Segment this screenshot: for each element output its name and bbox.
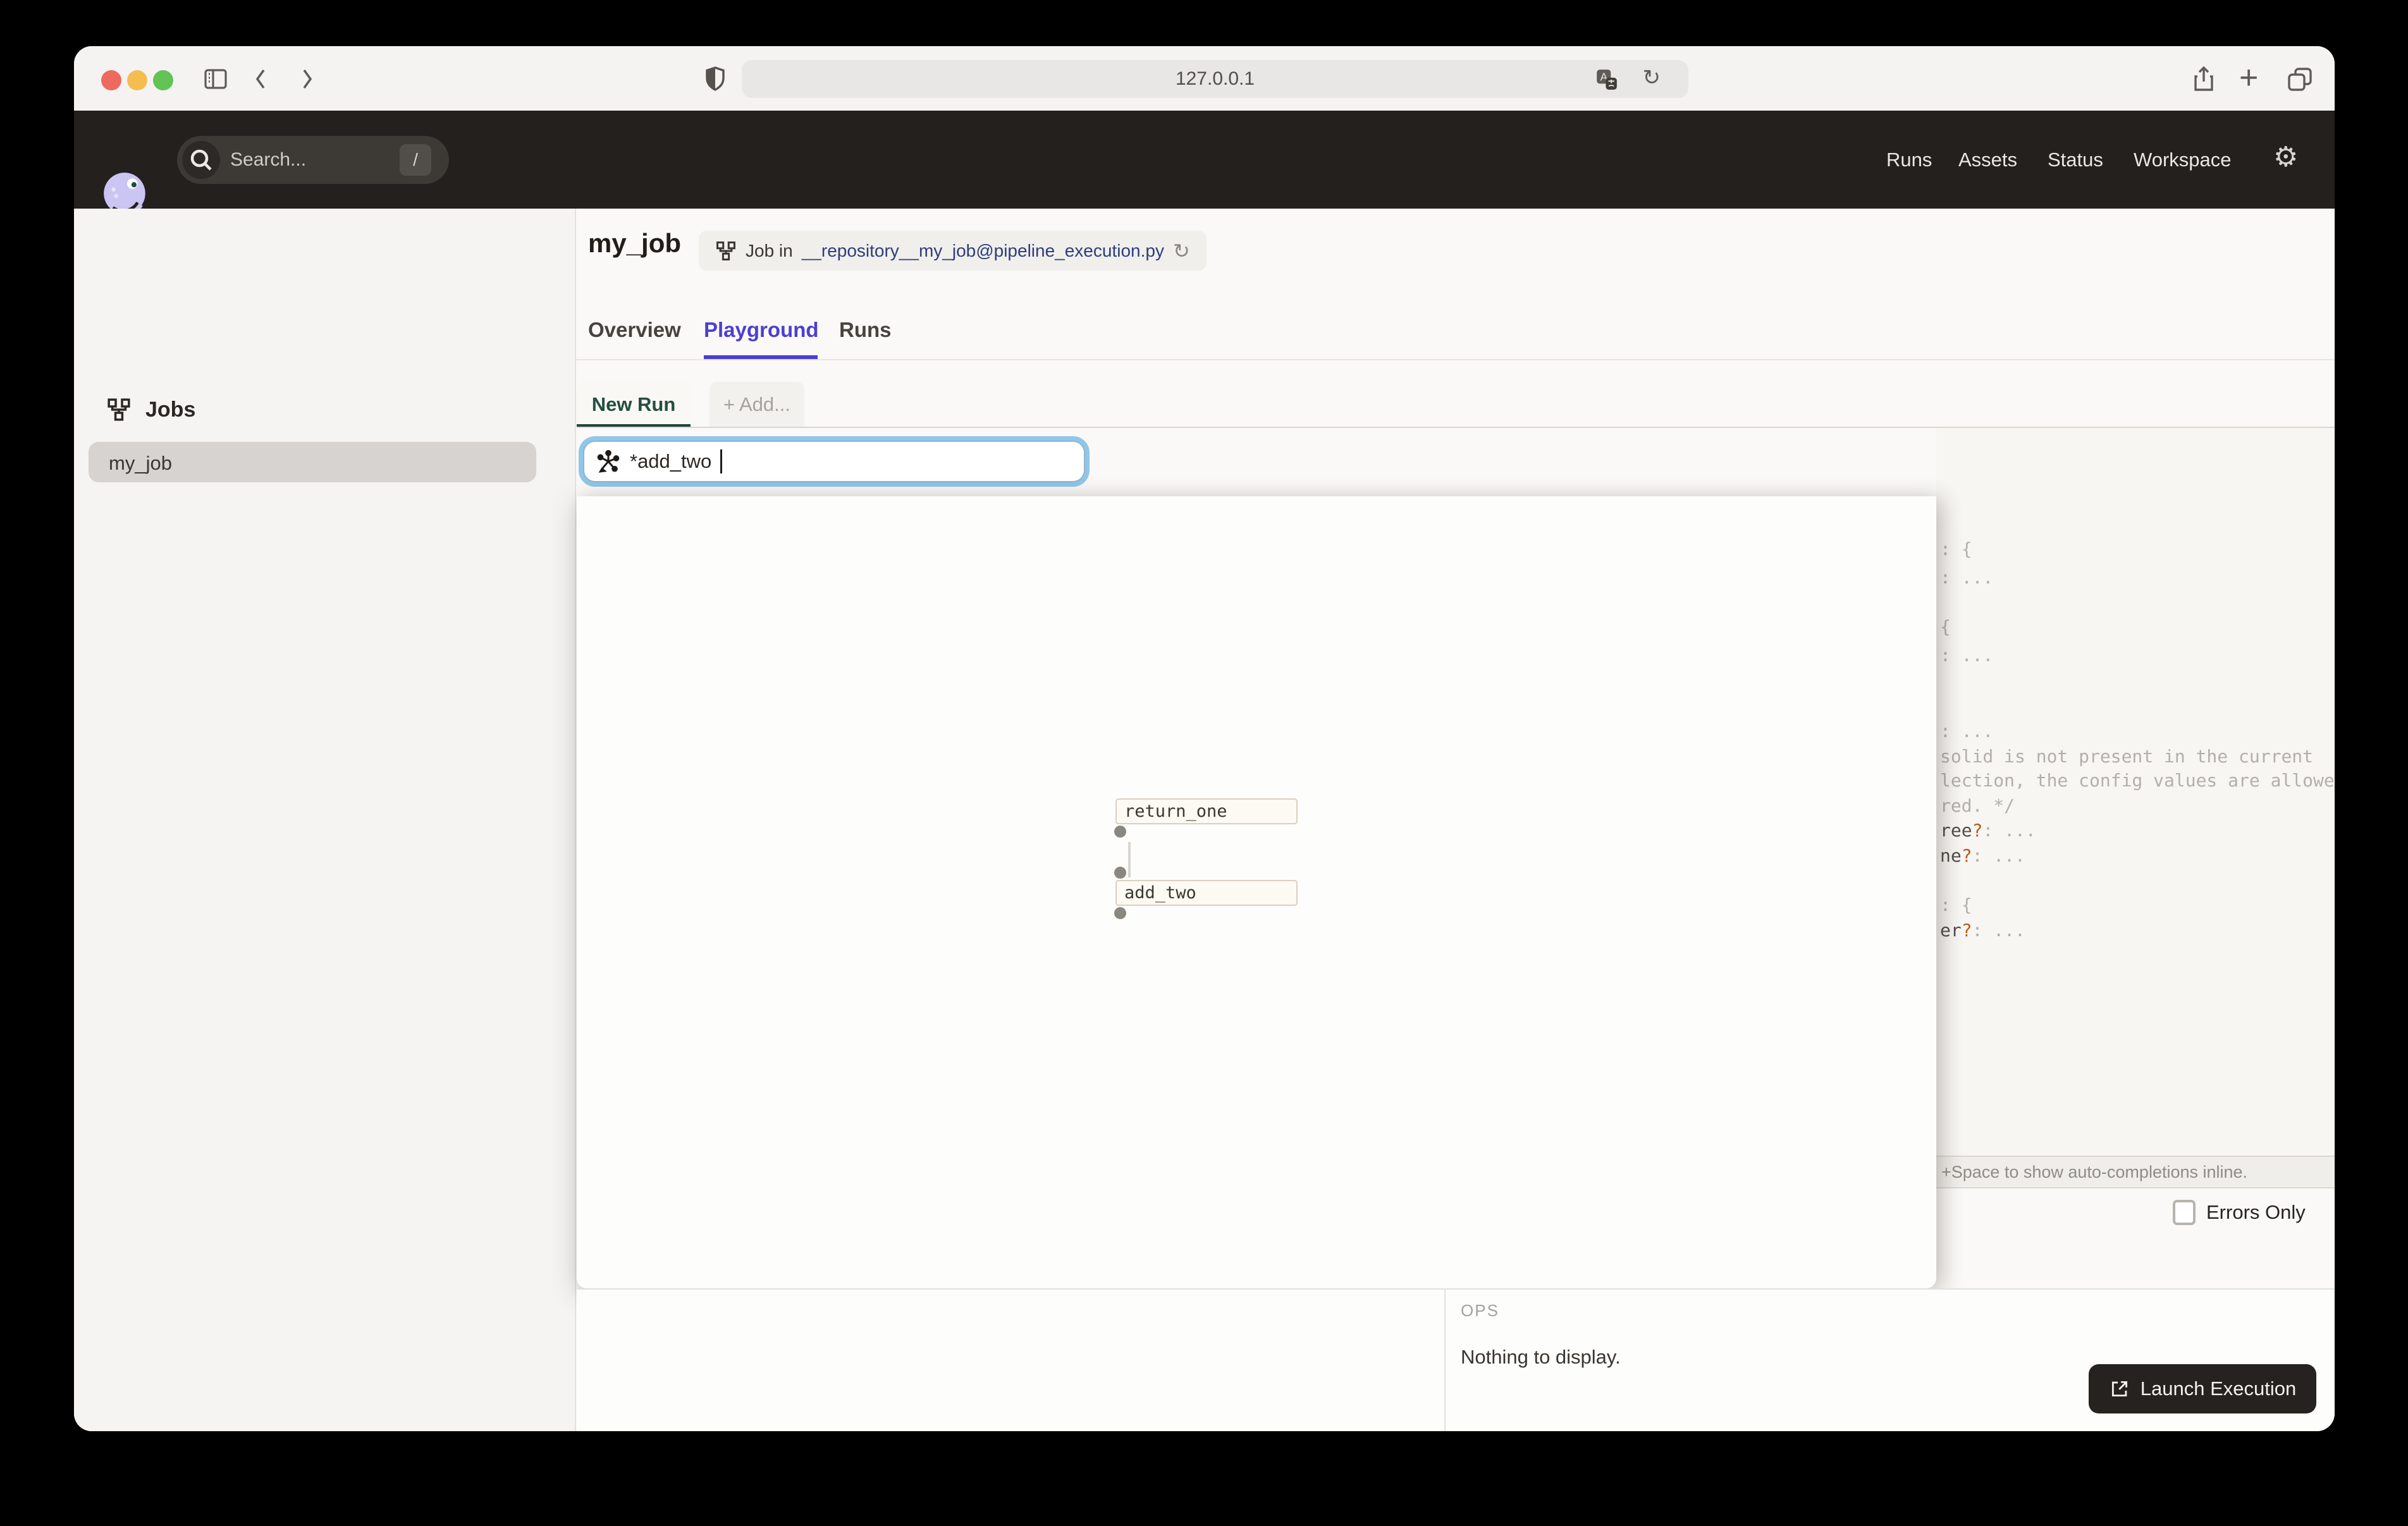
errors-only-label: Errors Only [2206, 1201, 2306, 1223]
jobs-icon [106, 397, 132, 422]
address-bar[interactable]: 127.0.0.1 A ↻ [742, 60, 1688, 98]
jobs-title: Jobs [145, 397, 196, 422]
tab-playground[interactable]: Playground [704, 318, 819, 342]
badge-reload-icon[interactable]: ↻ [1173, 239, 1190, 263]
nav-assets[interactable]: Assets [1958, 149, 2017, 171]
new-run-label: New Run [591, 393, 676, 415]
sidebar-item-label: my_job [109, 452, 172, 474]
settings-gear-icon[interactable]: ⚙ [2273, 141, 2298, 173]
nav-runs[interactable]: Runs [1886, 149, 1932, 171]
dag-canvas[interactable]: return_one add_two [577, 496, 1936, 1288]
output-dot-add-two[interactable] [1114, 907, 1126, 919]
config-editor[interactable]: : { : ... { : ... : ... solid is not pre… [1936, 428, 2335, 1156]
job-origin-badge: Job in __repository__my_job@pipeline_exe… [699, 231, 1207, 271]
tab-overview[interactable]: Overview [588, 318, 681, 342]
op-selector-value: *add_two [630, 450, 712, 472]
add-tab-label: + Add... [723, 393, 790, 415]
repository-link[interactable]: __repository__my_job@pipeline_execution.… [802, 241, 1164, 261]
nav-status[interactable]: Status [2048, 149, 2103, 171]
nav-workspace[interactable]: Workspace [2134, 149, 2232, 171]
app-header: Search... / Runs Assets Status Workspace… [74, 111, 2335, 219]
op-selector-focus-ring: *add_two [579, 436, 1090, 487]
launch-execution-label: Launch Execution [2140, 1377, 2297, 1400]
screenshot-root: 127.0.0.1 A ↻ + Search... / Runs Assets … [0, 0, 2408, 1526]
errors-only-checkbox[interactable] [2173, 1200, 2196, 1225]
browser-toolbar: 127.0.0.1 A ↻ + [74, 46, 2335, 111]
output-dot-return-one[interactable] [1114, 826, 1126, 838]
back-icon[interactable] [246, 64, 276, 94]
op-node-return-one[interactable]: return_one [1115, 798, 1298, 824]
search-shortcut-key: / [400, 144, 431, 176]
url-text: 127.0.0.1 [1175, 68, 1255, 89]
tab-overview-icon[interactable] [2285, 64, 2315, 94]
launch-execution-button[interactable]: Launch Execution [2089, 1364, 2316, 1413]
tab-runs[interactable]: Runs [839, 318, 892, 342]
text-caret [720, 449, 723, 473]
minimize-window-button[interactable] [127, 70, 147, 90]
left-sidebar: Jobs my_job __repository__my_job ↻ [74, 209, 576, 1431]
edge-return-one-to-add-two [1128, 842, 1131, 877]
bottom-panel [577, 1288, 2335, 1431]
bottom-panel-divider [1444, 1288, 1446, 1431]
job-icon [715, 240, 737, 262]
autocomplete-hint-bar: +Space to show auto-completions inline. [1936, 1156, 2335, 1188]
privacy-shield-icon[interactable] [700, 64, 730, 94]
forward-icon[interactable] [292, 64, 322, 94]
ops-section-label: OPS [1461, 1301, 1499, 1320]
tabs-divider [576, 359, 2335, 360]
share-icon[interactable] [2189, 64, 2219, 94]
sidebar-item-my-job[interactable]: my_job [89, 442, 536, 482]
global-search[interactable]: Search... / [177, 136, 449, 184]
input-dot-add-two[interactable] [1114, 867, 1126, 879]
badge-prefix: Job in [746, 240, 793, 260]
sidebar-toggle-icon[interactable] [200, 64, 231, 94]
browser-window: 127.0.0.1 A ↻ + Search... / Runs Assets … [74, 46, 2335, 1431]
page-title: my_job [588, 228, 682, 258]
external-link-icon [2109, 1378, 2130, 1400]
search-icon [182, 141, 220, 179]
reload-icon[interactable]: ↻ [1643, 65, 1661, 90]
zoom-window-button[interactable] [153, 70, 173, 90]
close-window-button[interactable] [101, 70, 121, 90]
ops-empty-text: Nothing to display. [1461, 1346, 1621, 1368]
op-selector-icon [596, 449, 621, 474]
search-placeholder: Search... [230, 149, 307, 170]
translate-icon[interactable]: A [1595, 68, 1619, 92]
config-tab-new-run[interactable]: New Run [577, 382, 691, 428]
jobs-section-header: Jobs [106, 396, 195, 424]
autocomplete-hint-text: +Space to show auto-completions inline. [1941, 1163, 2248, 1181]
op-selector-input[interactable]: *add_two [583, 441, 1085, 482]
config-tab-add[interactable]: + Add... [710, 382, 804, 428]
op-node-add-two[interactable]: add_two [1115, 880, 1298, 906]
new-tab-icon[interactable]: + [2239, 59, 2258, 97]
